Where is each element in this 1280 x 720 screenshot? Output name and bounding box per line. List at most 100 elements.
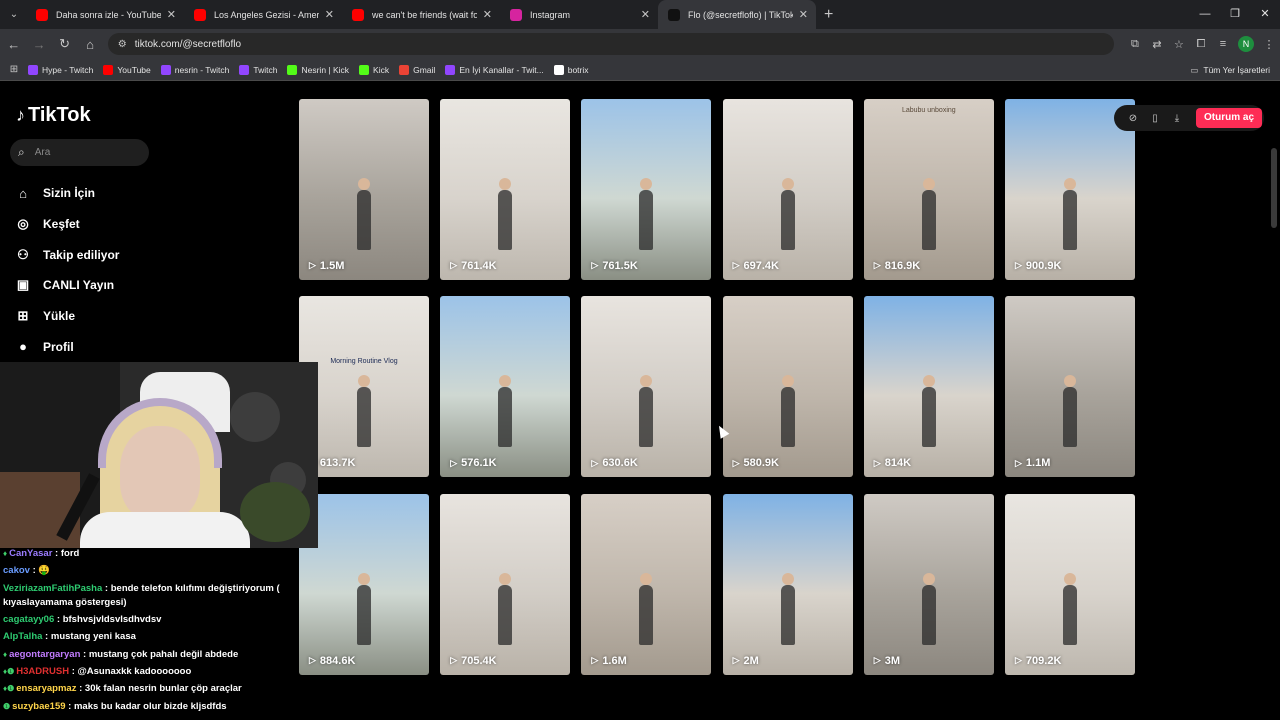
chat-message: VeziriazamFatihPasha : bende telefon kıl…: [0, 580, 300, 611]
bookmark-item[interactable]: Hype - Twitch: [28, 64, 93, 75]
cast-icon[interactable]: ⧉: [1124, 38, 1146, 51]
browser-tab[interactable]: we can't be friends (wait for yo ✕: [342, 0, 500, 29]
browser-tab[interactable]: Instagram ✕: [500, 0, 658, 29]
sidebar-item-label: Profil: [43, 339, 74, 354]
sidebar-item[interactable]: ⊞ Yükle: [15, 301, 119, 332]
bookmark-item[interactable]: Kick: [359, 64, 389, 75]
play-icon: ▷: [450, 457, 458, 468]
video-view-count: ▷ 630.6K: [591, 457, 637, 469]
chat-username[interactable]: aegontargaryan: [9, 649, 80, 660]
video-tile[interactable]: ▷ 1.6M: [581, 493, 712, 675]
minimize-icon[interactable]: —: [1190, 0, 1220, 29]
video-tile[interactable]: ▷ 884.6K: [299, 493, 429, 675]
login-button[interactable]: Oturum aç: [1196, 108, 1263, 128]
bookmark-item[interactable]: Gmail: [399, 64, 435, 75]
tab-close-icon[interactable]: ✕: [641, 8, 650, 21]
chat-text: mustang yeni kasa: [50, 631, 136, 643]
video-subject-head: [640, 375, 653, 387]
chat-username[interactable]: H3ADRUSH: [16, 666, 69, 677]
tab-search-icon[interactable]: ⌄: [2, 3, 26, 27]
bookmark-item[interactable]: Twitch: [239, 64, 277, 75]
back-icon[interactable]: ←: [2, 37, 25, 52]
site-info-icon[interactable]: ⚙: [118, 39, 127, 50]
video-tile[interactable]: ▷ 630.6K: [581, 296, 712, 477]
bookmark-item[interactable]: En İyi Kanallar - Twit...: [445, 64, 544, 75]
video-tile[interactable]: ▷ 709.2K: [1005, 493, 1135, 675]
chat-username[interactable]: CanYasar: [9, 548, 52, 559]
tab-close-icon[interactable]: ✕: [167, 8, 176, 21]
video-subject-head: [781, 572, 794, 585]
extensions-icon[interactable]: ⧠: [1190, 38, 1212, 51]
video-subject: [357, 584, 371, 645]
video-subject: [639, 189, 654, 250]
video-subject: [780, 387, 795, 447]
translate-icon[interactable]: ⇄: [1146, 38, 1168, 51]
search-input[interactable]: ⌕ Ara: [10, 139, 149, 166]
apps-icon[interactable]: ⊞: [0, 64, 28, 75]
url-field[interactable]: ⚙ tiktok.com/@secretfloflo: [107, 33, 1114, 55]
video-tile[interactable]: ▷ 761.5K: [581, 98, 712, 280]
bookmark-item[interactable]: YouTube: [103, 64, 151, 75]
tiktok-logo[interactable]: ♪ TikTok: [16, 104, 91, 127]
scrollbar-thumb[interactable]: [1271, 148, 1277, 228]
download-icon[interactable]: ⤓: [1166, 113, 1188, 124]
video-subject: [780, 584, 795, 645]
close-window-icon[interactable]: ✕: [1250, 0, 1280, 29]
video-tile[interactable]: ▷ 1.5M: [299, 98, 429, 280]
browser-menu-icon[interactable]: ⋮: [1258, 38, 1280, 51]
video-tile[interactable]: ▷ 2M: [722, 493, 853, 675]
video-tile[interactable]: ▷ 705.4K: [440, 493, 571, 675]
bookmark-item[interactable]: nesrin - Twitch: [160, 64, 229, 75]
all-bookmarks[interactable]: ▭ Tüm Yer İşaretleri: [1190, 59, 1270, 81]
bookmark-item[interactable]: Nesrin | Kick: [287, 64, 349, 75]
tab-close-icon[interactable]: ✕: [799, 8, 808, 21]
bookmark-item[interactable]: botrix: [553, 64, 589, 75]
bookmark-star-icon[interactable]: ☆: [1168, 38, 1190, 51]
video-subject: [357, 189, 371, 250]
folder-icon: ▭: [1190, 65, 1199, 75]
restore-icon[interactable]: ❐: [1220, 0, 1250, 29]
video-subject-head: [499, 375, 512, 387]
sidebar-item[interactable]: ● Profil: [15, 331, 119, 362]
tab-close-icon[interactable]: ✕: [483, 8, 492, 21]
reload-icon[interactable]: ↻: [53, 36, 76, 52]
video-tile[interactable]: ▷ 3M: [863, 493, 994, 675]
forward-icon[interactable]: →: [27, 37, 50, 52]
chat-username[interactable]: ensaryapmaz: [16, 683, 76, 694]
profile-avatar[interactable]: N: [1237, 36, 1254, 52]
home-icon[interactable]: ⌂: [78, 37, 101, 52]
sidebar-item[interactable]: ◎ Keşfet: [15, 209, 119, 240]
media-icon[interactable]: ≡: [1212, 38, 1234, 50]
bookmark-favicon-icon: [239, 64, 250, 75]
tab-title: Daha sonra izle - YouTube: [56, 9, 161, 20]
play-icon: ▷: [591, 260, 599, 270]
view-count-text: 1.5M: [319, 259, 345, 272]
video-tile[interactable]: ▷ 1.1M: [1005, 296, 1135, 477]
video-tile[interactable]: Labubu unboxing ▷ 816.9K: [863, 98, 994, 280]
chat-username[interactable]: cagatayy06: [3, 614, 54, 625]
sidebar-item[interactable]: ▣ CANLI Yayın: [15, 270, 119, 301]
chat-username[interactable]: suzybae159: [12, 701, 65, 712]
video-tile[interactable]: ▷ 761.4K: [440, 98, 571, 280]
browser-tab[interactable]: Los Angeles Gezisi - Amerika V ✕: [184, 0, 342, 29]
sidebar-item[interactable]: ⌂ Sizin İçin: [15, 178, 119, 209]
new-tab-icon[interactable]: +: [824, 6, 833, 24]
tab-strip: Daha sonra izle - YouTube ✕ Los Angeles Ge…: [26, 0, 816, 29]
video-tile[interactable]: ▷ 576.1K: [440, 296, 571, 477]
chat-username[interactable]: VeziriazamFatihPasha: [3, 583, 102, 594]
tab-favicon-icon: [668, 8, 680, 21]
video-tile[interactable]: ▷ 580.9K: [722, 296, 853, 477]
compass-tool-icon[interactable]: ⊘: [1122, 113, 1144, 124]
bookmark-label: botrix: [567, 64, 589, 75]
sidebar-item[interactable]: ⚇ Takip ediliyor: [15, 239, 119, 270]
chat-username[interactable]: AlpTalha: [3, 631, 42, 642]
video-tile[interactable]: ▷ 697.4K: [722, 98, 853, 280]
chat-username[interactable]: cakov: [3, 565, 30, 576]
browser-tab[interactable]: Flo (@secretfloflo) | TikTok ✕: [658, 0, 816, 29]
play-icon: ▷: [1015, 655, 1022, 665]
tab-close-icon[interactable]: ✕: [325, 8, 334, 21]
browser-tab[interactable]: Daha sonra izle - YouTube ✕: [26, 0, 184, 29]
video-tile[interactable]: ▷ 814K: [863, 296, 994, 477]
video-tile[interactable]: Morning Routine Vlog▷613.7K: [299, 296, 429, 477]
device-icon[interactable]: ▯: [1144, 113, 1166, 124]
